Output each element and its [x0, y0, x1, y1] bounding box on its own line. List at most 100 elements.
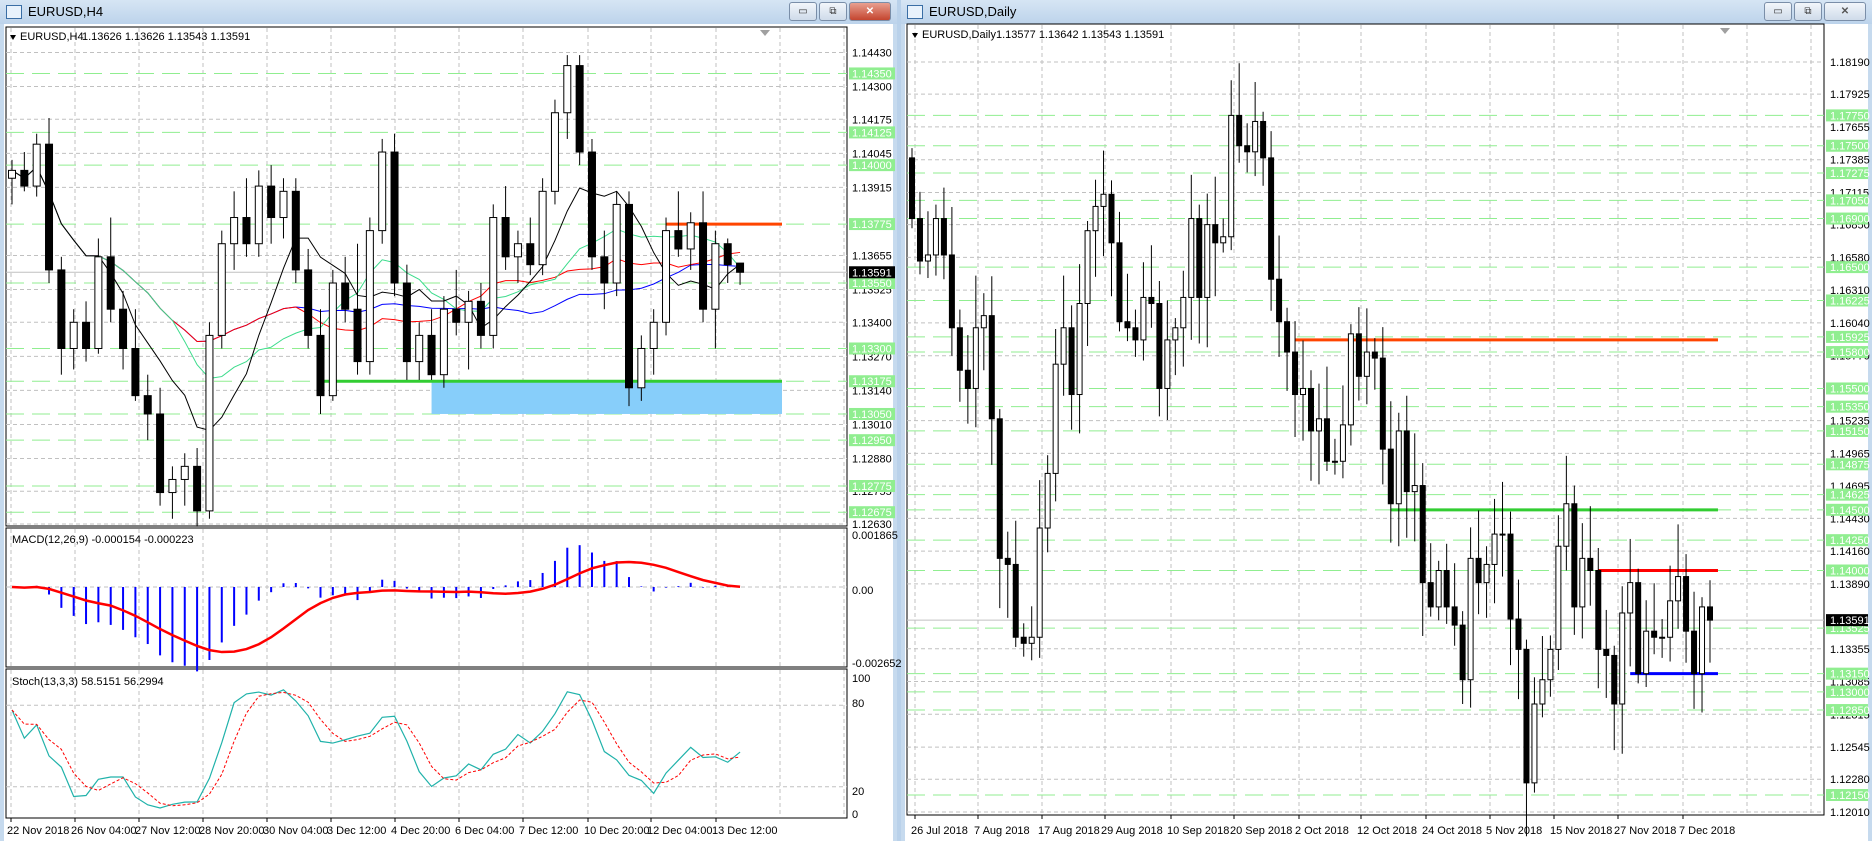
candle-body [1443, 569, 1450, 608]
candle-body [304, 269, 313, 336]
level-price-label: 1.14625 [1830, 490, 1870, 502]
candle-body [711, 243, 720, 310]
candle-body [972, 327, 979, 389]
candle-body [1236, 114, 1243, 147]
candle-body [1467, 557, 1474, 681]
candle-body [464, 300, 473, 323]
current-price-label: 1.13591 [852, 267, 892, 279]
candle-body [1323, 418, 1330, 462]
candle-body [82, 321, 91, 349]
chart-ohlc: 1.13577 1.13642 1.13543 1.13591 [996, 29, 1164, 41]
stoch-axis-label: 20 [852, 786, 864, 798]
candle-body [45, 143, 54, 271]
candle-body [1164, 339, 1171, 389]
candle-body [1180, 296, 1187, 329]
time-axis-label: 4 Dec 20:00 [391, 825, 450, 837]
daily-price-panel[interactable] [906, 23, 1825, 816]
candle-body [649, 321, 658, 349]
chart-symbol: EURUSD,Daily [922, 29, 996, 41]
main-price-panel[interactable] [5, 26, 848, 527]
level-price-label: 1.12675 [852, 507, 892, 519]
candle-body [1427, 582, 1434, 608]
candle-body [996, 418, 1003, 559]
candle-body [1403, 430, 1410, 493]
candle-body [501, 217, 510, 258]
level-price-label: 1.17500 [1830, 141, 1870, 153]
candle-body [1595, 569, 1602, 650]
candle-body [180, 465, 189, 480]
support-zone[interactable] [431, 381, 782, 414]
candle-body [1284, 321, 1291, 353]
candle-body [674, 230, 683, 250]
candle-body [563, 65, 572, 114]
time-axis-label: 12 Oct 2018 [1357, 825, 1417, 837]
macd-panel[interactable] [5, 527, 848, 668]
level-price-label: 1.17275 [1830, 168, 1870, 180]
level-price-label: 1.16900 [1830, 214, 1870, 226]
level-price-label: 1.17050 [1830, 195, 1870, 207]
candle-body [550, 112, 559, 192]
candle-body [964, 369, 971, 389]
level-price-label: 1.12950 [852, 435, 892, 447]
price-axis-label: 1.13655 [852, 251, 892, 263]
candle-body [452, 308, 461, 323]
candle-body [916, 218, 923, 262]
candle-body [1268, 157, 1275, 280]
level-price-label: 1.15500 [1830, 383, 1870, 395]
time-axis-label: 22 Nov 2018 [7, 825, 69, 837]
candle-body [1084, 230, 1091, 305]
candle-body [1036, 527, 1043, 638]
candle-body [378, 151, 387, 232]
candle-body [1395, 430, 1402, 505]
time-axis-label: 7 Dec 12:00 [519, 825, 578, 837]
level-price-label: 1.13175 [852, 376, 892, 388]
charts-canvas[interactable]: 1.14430 1.14300 1.14175 1.14045 1.13915 1.136… [0, 0, 1872, 841]
candle-body [1707, 606, 1713, 621]
candle-body [1675, 576, 1682, 602]
time-axis-label: 12 Dec 04:00 [647, 825, 712, 837]
candle-body [1140, 296, 1147, 341]
candle-body [932, 218, 939, 256]
time-axis-label: 15 Nov 2018 [1550, 825, 1612, 837]
candle-body [1603, 648, 1610, 656]
price-axis-label: 1.12880 [852, 454, 892, 466]
candle-body [1651, 630, 1658, 638]
candle-body [1020, 636, 1027, 644]
candle-body [69, 321, 78, 349]
candle-body [1100, 193, 1107, 207]
stoch-panel[interactable] [5, 668, 848, 819]
candle-body [1347, 333, 1354, 426]
candle-body [1132, 327, 1139, 341]
price-axis-label: 1.14300 [852, 82, 892, 94]
candle-body [1212, 224, 1219, 244]
candle-body [575, 65, 584, 153]
candle-body [1148, 296, 1155, 305]
macd-label: MACD(12,26,9) -0.000154 -0.000223 [12, 534, 194, 546]
candle-body [1491, 533, 1498, 565]
macd-axis-label: 0.00 [852, 585, 873, 597]
candle-body [119, 308, 128, 349]
stoch-axis-label: 0 [852, 809, 858, 821]
level-price-label: 1.13150 [1830, 669, 1870, 681]
price-axis-label: 1.13010 [852, 419, 892, 431]
price-axis-label: 1.18190 [1830, 57, 1870, 69]
candle-body [427, 334, 436, 376]
candle-body [1196, 218, 1203, 298]
candle-body [439, 308, 448, 376]
candle-body [1579, 557, 1586, 608]
candle-body [1515, 618, 1522, 650]
candle-body [924, 254, 931, 262]
candle-body [662, 230, 671, 323]
level-price-label: 1.15800 [1830, 347, 1870, 359]
time-axis-label: 10 Sep 2018 [1167, 825, 1229, 837]
candle-body [1052, 363, 1059, 474]
time-axis-label: 27 Nov 12:00 [135, 825, 200, 837]
level-price-label: 1.12150 [1830, 790, 1870, 802]
level-price-label: 1.14875 [1830, 459, 1870, 471]
price-axis-label: 1.16040 [1830, 318, 1870, 330]
candle-body [956, 327, 963, 371]
candle-body [1068, 327, 1075, 396]
time-axis-label: 5 Nov 2018 [1486, 825, 1542, 837]
level-price-label: 1.14350 [852, 68, 892, 80]
candle-body [328, 282, 337, 397]
